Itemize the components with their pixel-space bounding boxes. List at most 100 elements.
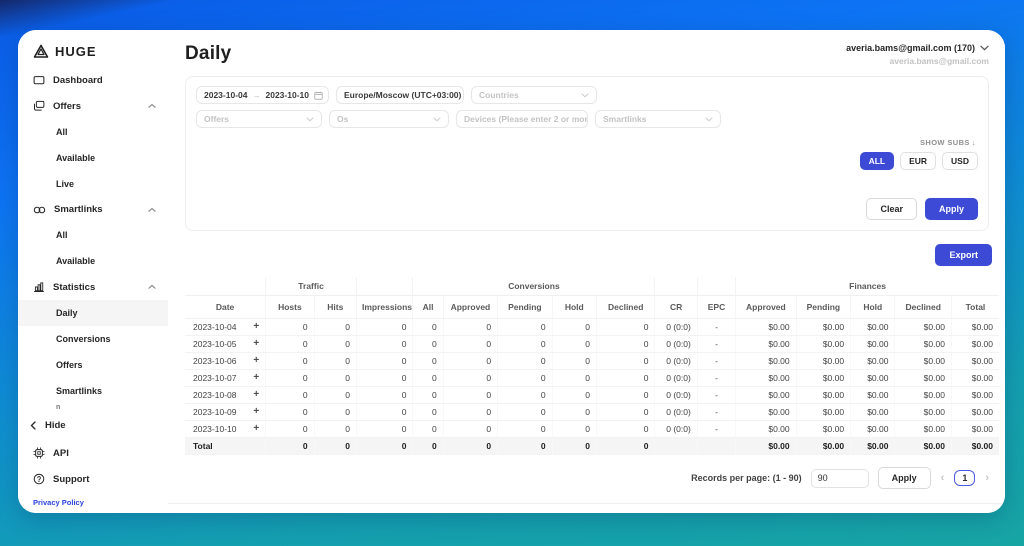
devices-select[interactable]: Devices (Please enter 2 or more ... bbox=[456, 110, 588, 128]
chevron-up-icon[interactable] bbox=[148, 207, 156, 213]
offers-select[interactable]: Offers bbox=[196, 110, 322, 128]
column-header: Date bbox=[185, 296, 266, 319]
table-cell: 0 bbox=[443, 404, 497, 421]
sidebar-item-offers-live[interactable]: Live bbox=[18, 171, 168, 197]
currency-eur-button[interactable]: EUR bbox=[900, 152, 936, 170]
clear-button[interactable]: Clear bbox=[866, 198, 917, 220]
api-chip-icon bbox=[33, 447, 45, 459]
table-cell: $0.00 bbox=[851, 319, 895, 336]
column-header: Hold bbox=[851, 296, 895, 319]
table-cell: 0 bbox=[443, 438, 497, 455]
expand-row-plus-icon[interactable]: + bbox=[253, 322, 259, 332]
pagination-apply-button[interactable]: Apply bbox=[878, 467, 931, 489]
previous-page-icon[interactable]: ‹ bbox=[940, 472, 946, 484]
date-cell: 2023-10-05+ bbox=[185, 336, 266, 353]
column-header: CR bbox=[655, 296, 697, 319]
sidebar-item-label: Smartlinks bbox=[54, 204, 103, 215]
chevron-up-icon[interactable] bbox=[148, 103, 156, 109]
column-group-header bbox=[356, 277, 412, 296]
table-cell: 0 bbox=[552, 387, 596, 404]
next-page-icon[interactable]: › bbox=[984, 472, 990, 484]
sidebar-item-dashboard[interactable]: Dashboard bbox=[18, 67, 168, 93]
table-cell: 0 bbox=[266, 370, 314, 387]
apply-button[interactable]: Apply bbox=[925, 198, 978, 220]
table-cell: 0 bbox=[314, 404, 356, 421]
os-select[interactable]: Os bbox=[329, 110, 449, 128]
expand-row-plus-icon[interactable]: + bbox=[253, 356, 259, 366]
table-cell: 0 bbox=[413, 421, 443, 438]
records-per-page-input[interactable] bbox=[811, 469, 869, 488]
sidebar-item-offers[interactable]: Offers bbox=[18, 93, 168, 119]
terms-link[interactable]: Terms And Conditions bbox=[33, 512, 113, 513]
table-cell: $0.00 bbox=[851, 438, 895, 455]
export-button[interactable]: Export bbox=[935, 244, 992, 266]
sidebar-item-api[interactable]: API bbox=[18, 440, 168, 466]
smartlinks-select[interactable]: Smartlinks bbox=[595, 110, 721, 128]
chevron-down-icon bbox=[581, 93, 589, 98]
chevron-down-icon bbox=[705, 117, 713, 122]
table-cell: - bbox=[697, 404, 735, 421]
table-cell: $0.00 bbox=[796, 319, 850, 336]
expand-row-plus-icon[interactable]: + bbox=[253, 373, 259, 383]
expand-row-plus-icon[interactable]: + bbox=[253, 424, 259, 434]
statistics-table: TrafficConversionsFinancesDateHostsHitsI… bbox=[185, 277, 999, 455]
timezone-select[interactable]: Europe/Moscow (UTC+03:00) bbox=[336, 86, 464, 104]
column-header: Hold bbox=[552, 296, 596, 319]
chevron-down-icon[interactable] bbox=[980, 45, 989, 51]
sidebar-item-offers-all[interactable]: All bbox=[18, 119, 168, 145]
table-cell: 0 bbox=[552, 404, 596, 421]
sidebar-item-statistics-smartlinks[interactable]: Smartlinks bbox=[18, 378, 168, 404]
sidebar-item-smartlinks-all[interactable]: All bbox=[18, 222, 168, 248]
column-group-header bbox=[655, 277, 697, 296]
table-cell: $0.00 bbox=[951, 404, 999, 421]
expand-row-plus-icon[interactable]: + bbox=[253, 339, 259, 349]
logo[interactable]: HUGE bbox=[18, 38, 168, 67]
table-cell: $0.00 bbox=[895, 353, 951, 370]
sidebar-item-statistics[interactable]: Statistics bbox=[18, 274, 168, 300]
show-subs-toggle[interactable]: SHOW SUBS ↓ bbox=[196, 138, 976, 147]
table-cell: 0 bbox=[596, 319, 655, 336]
table-cell: - bbox=[697, 370, 735, 387]
sidebar-item-offers-available[interactable]: Available bbox=[18, 145, 168, 171]
sidebar-item-statistics-conversions[interactable]: Conversions bbox=[18, 326, 168, 352]
sidebar-item-label: Dashboard bbox=[53, 75, 103, 86]
expand-row-plus-icon[interactable]: + bbox=[253, 407, 259, 417]
countries-placeholder: Countries bbox=[479, 90, 519, 100]
sidebar-item-smartlinks[interactable]: Smartlinks bbox=[18, 197, 168, 222]
date-cell: 2023-10-06+ bbox=[185, 353, 266, 370]
table-cell: $0.00 bbox=[796, 353, 850, 370]
table-cell: 0 bbox=[498, 438, 552, 455]
table-row: 2023-10-04+000000000 (0:0)-$0.00$0.00$0.… bbox=[185, 319, 999, 336]
row-date: 2023-10-08 bbox=[193, 390, 236, 400]
table-cell: 0 bbox=[314, 421, 356, 438]
date-range-picker[interactable]: 2023-10-04 → 2023-10-10 bbox=[196, 86, 329, 104]
table-cell: $0.00 bbox=[736, 421, 797, 438]
sidebar-item-truncated[interactable]: n bbox=[18, 404, 168, 411]
privacy-policy-link[interactable]: Privacy Policy bbox=[33, 498, 84, 507]
currency-usd-button[interactable]: USD bbox=[942, 152, 978, 170]
expand-row-plus-icon[interactable]: + bbox=[253, 390, 259, 400]
table-cell: 0 bbox=[413, 438, 443, 455]
date-from: 2023-10-04 bbox=[204, 90, 247, 100]
currency-all-button[interactable]: ALL bbox=[860, 152, 895, 170]
table-cell: 0 bbox=[356, 370, 412, 387]
countries-select[interactable]: Countries bbox=[471, 86, 597, 104]
table-cell: 0 bbox=[266, 353, 314, 370]
column-group-header: Conversions bbox=[413, 277, 655, 296]
current-page-button[interactable]: 1 bbox=[954, 470, 975, 486]
table-cell: $0.00 bbox=[951, 387, 999, 404]
sidebar-hide-button[interactable]: Hide bbox=[18, 411, 168, 440]
table-cell: 0 bbox=[413, 319, 443, 336]
table-row: 2023-10-09+000000000 (0:0)-$0.00$0.00$0.… bbox=[185, 404, 999, 421]
sidebar-item-statistics-daily[interactable]: Daily bbox=[18, 300, 168, 326]
chevron-up-icon[interactable] bbox=[148, 284, 156, 290]
date-cell: 2023-10-08 + bbox=[185, 387, 266, 404]
table-cell: 0 bbox=[443, 336, 497, 353]
table-cell: $0.00 bbox=[736, 370, 797, 387]
sidebar-item-support[interactable]: Support bbox=[18, 466, 168, 492]
sidebar-item-statistics-offers[interactable]: Offers bbox=[18, 352, 168, 378]
table-cell: $0.00 bbox=[951, 353, 999, 370]
account-menu[interactable]: averia.bams@gmail.com (170) averia.bams@… bbox=[846, 43, 989, 66]
table-cell: 0 bbox=[266, 438, 314, 455]
sidebar-item-smartlinks-available[interactable]: Available bbox=[18, 248, 168, 274]
